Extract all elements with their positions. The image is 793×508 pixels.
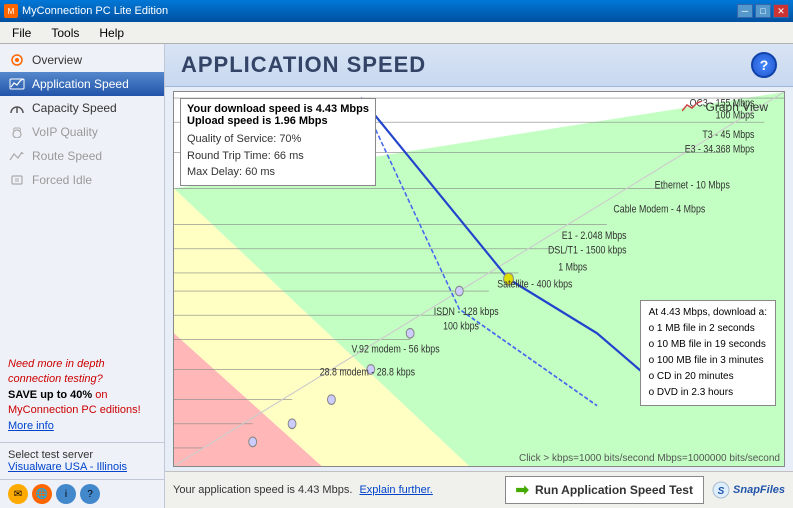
promo-line1: Need more in depth connection testing? bbox=[8, 358, 105, 385]
svg-text:100 kbps: 100 kbps bbox=[443, 321, 479, 333]
svg-text:E1 - 2.048 Mbps: E1 - 2.048 Mbps bbox=[562, 230, 627, 242]
help-bottom-icon[interactable]: ? bbox=[80, 484, 100, 504]
svg-text:ISDN - 128 kbps: ISDN - 128 kbps bbox=[434, 306, 499, 318]
sidebar-nav: Overview Application Speed Capacity Spee… bbox=[0, 44, 164, 349]
download-info-item-1: o 10 MB file in 19 seconds bbox=[649, 337, 767, 353]
titlebar: M MyConnection PC Lite Edition ─ □ ✕ bbox=[0, 0, 793, 22]
server-value[interactable]: Visualware USA - Illinois bbox=[8, 461, 127, 473]
restore-button[interactable]: □ bbox=[755, 4, 771, 18]
svg-text:V.92 modem - 56 kbps: V.92 modem - 56 kbps bbox=[352, 344, 440, 356]
route-icon bbox=[8, 149, 26, 163]
sidebar-item-forced-idle: Forced Idle bbox=[0, 168, 164, 192]
content-header: APPLICATION SPEED ? bbox=[165, 44, 793, 87]
capacity-speed-icon bbox=[8, 101, 26, 115]
explain-further-link[interactable]: Explain further. bbox=[359, 484, 432, 496]
graph-caption: Click > kbps=1000 bits/second Mbps=10000… bbox=[519, 453, 780, 464]
svg-text:S: S bbox=[718, 486, 725, 497]
sidebar-item-route-speed: Route Speed bbox=[0, 144, 164, 168]
speed-details: Quality of Service: 70% Round Trip Time:… bbox=[187, 131, 369, 181]
graph-view-text: Graph View bbox=[706, 100, 768, 114]
info-icon[interactable]: i bbox=[56, 484, 76, 504]
sidebar: Overview Application Speed Capacity Spee… bbox=[0, 44, 165, 508]
qos-text: Quality of Service: 70% bbox=[187, 131, 369, 148]
main-layout: Overview Application Speed Capacity Spee… bbox=[0, 44, 793, 508]
server-label: Select test server bbox=[8, 449, 156, 461]
app-speed-icon bbox=[8, 77, 26, 91]
svg-text:T3 - 45 Mbps: T3 - 45 Mbps bbox=[702, 129, 754, 141]
download-info-item-0: o 1 MB file in 2 seconds bbox=[649, 321, 767, 337]
sidebar-item-voip-quality: VoIP Quality bbox=[0, 120, 164, 144]
graph-view-icon bbox=[682, 101, 702, 113]
svg-text:Ethernet - 10 Mbps: Ethernet - 10 Mbps bbox=[655, 180, 730, 192]
svg-text:DSL/T1 - 1500 kbps: DSL/T1 - 1500 kbps bbox=[548, 245, 627, 257]
svg-text:Satellite - 400 kbps: Satellite - 400 kbps bbox=[497, 279, 572, 291]
minimize-button[interactable]: ─ bbox=[737, 4, 753, 18]
footer: Your application speed is 4.43 Mbps. Exp… bbox=[165, 471, 793, 508]
footer-status-text: Your application speed is 4.43 Mbps. bbox=[173, 484, 352, 496]
svg-text:28.8 modem - 28.8 kbps: 28.8 modem - 28.8 kbps bbox=[320, 367, 415, 379]
run-test-button[interactable]: ➡ Run Application Speed Test bbox=[505, 476, 704, 504]
graph-view-label: Graph View bbox=[682, 100, 768, 114]
delay-text: Max Delay: 60 ms bbox=[187, 164, 369, 181]
titlebar-title: MyConnection PC Lite Edition bbox=[22, 5, 168, 17]
download-info-item-4: o DVD in 2.3 hours bbox=[649, 385, 767, 401]
email-icon[interactable]: ✉ bbox=[8, 484, 28, 504]
overview-label: Overview bbox=[32, 53, 82, 67]
overview-icon bbox=[8, 53, 26, 67]
download-info-box: At 4.43 Mbps, download a: o 1 MB file in… bbox=[640, 300, 776, 406]
svg-text:E3 - 34.368 Mbps: E3 - 34.368 Mbps bbox=[685, 144, 755, 156]
menu-help[interactable]: Help bbox=[91, 24, 132, 42]
upload-speed-text: Upload speed is 1.96 Mbps bbox=[187, 115, 369, 127]
download-speed-text: Your download speed is 4.43 Mbps bbox=[187, 103, 369, 115]
menu-file[interactable]: File bbox=[4, 24, 39, 42]
rtt-text: Round Trip Time: 66 ms bbox=[187, 148, 369, 165]
download-info-item-3: o CD in 20 minutes bbox=[649, 369, 767, 385]
menubar: File Tools Help bbox=[0, 22, 793, 44]
sidebar-item-capacity-speed[interactable]: Capacity Speed bbox=[0, 96, 164, 120]
promo-link[interactable]: More info bbox=[8, 420, 54, 432]
snapfiles-logo: S SnapFiles bbox=[712, 481, 785, 499]
idle-icon bbox=[8, 173, 26, 187]
titlebar-left: M MyConnection PC Lite Edition bbox=[4, 4, 168, 18]
voip-icon bbox=[8, 125, 26, 139]
app-icon: M bbox=[4, 4, 18, 18]
svg-text:1 Mbps: 1 Mbps bbox=[558, 262, 587, 274]
route-speed-label: Route Speed bbox=[32, 149, 102, 163]
help-button[interactable]: ? bbox=[751, 52, 777, 78]
content-area: APPLICATION SPEED ? bbox=[165, 44, 793, 508]
sidebar-item-overview[interactable]: Overview bbox=[0, 48, 164, 72]
forced-idle-label: Forced Idle bbox=[32, 173, 92, 187]
snapfiles-icon: S bbox=[712, 481, 730, 499]
run-button-label: Run Application Speed Test bbox=[535, 483, 693, 497]
page-title: APPLICATION SPEED bbox=[181, 52, 426, 78]
download-info-title: At 4.43 Mbps, download a: bbox=[649, 305, 767, 321]
sidebar-server: Select test server Visualware USA - Illi… bbox=[0, 442, 164, 479]
close-button[interactable]: ✕ bbox=[773, 4, 789, 18]
promo-bold: SAVE up to 40% bbox=[8, 389, 92, 401]
run-arrow-icon: ➡ bbox=[516, 480, 529, 500]
svg-text:Cable Modem - 4 Mbps: Cable Modem - 4 Mbps bbox=[613, 204, 705, 216]
app-speed-label: Application Speed bbox=[32, 77, 129, 91]
globe-icon[interactable]: 🌐 bbox=[32, 484, 52, 504]
footer-status: Your application speed is 4.43 Mbps. Exp… bbox=[173, 484, 433, 496]
menu-tools[interactable]: Tools bbox=[43, 24, 87, 42]
speed-info-box: Your download speed is 4.43 Mbps Upload … bbox=[180, 98, 376, 186]
download-info-item-2: o 100 MB file in 3 minutes bbox=[649, 353, 767, 369]
capacity-speed-label: Capacity Speed bbox=[32, 101, 117, 115]
graph-area: OC3 - 155 Mbps 100 Mbps T3 - 45 Mbps E3 … bbox=[173, 91, 785, 467]
sidebar-bottom: ✉ 🌐 i ? bbox=[0, 479, 164, 508]
titlebar-controls: ─ □ ✕ bbox=[737, 4, 789, 18]
voip-label: VoIP Quality bbox=[32, 125, 98, 139]
sidebar-item-application-speed[interactable]: Application Speed bbox=[0, 72, 164, 96]
footer-right: ➡ Run Application Speed Test S SnapFiles bbox=[505, 476, 785, 504]
sidebar-promo: Need more in depth connection testing? S… bbox=[0, 349, 164, 442]
